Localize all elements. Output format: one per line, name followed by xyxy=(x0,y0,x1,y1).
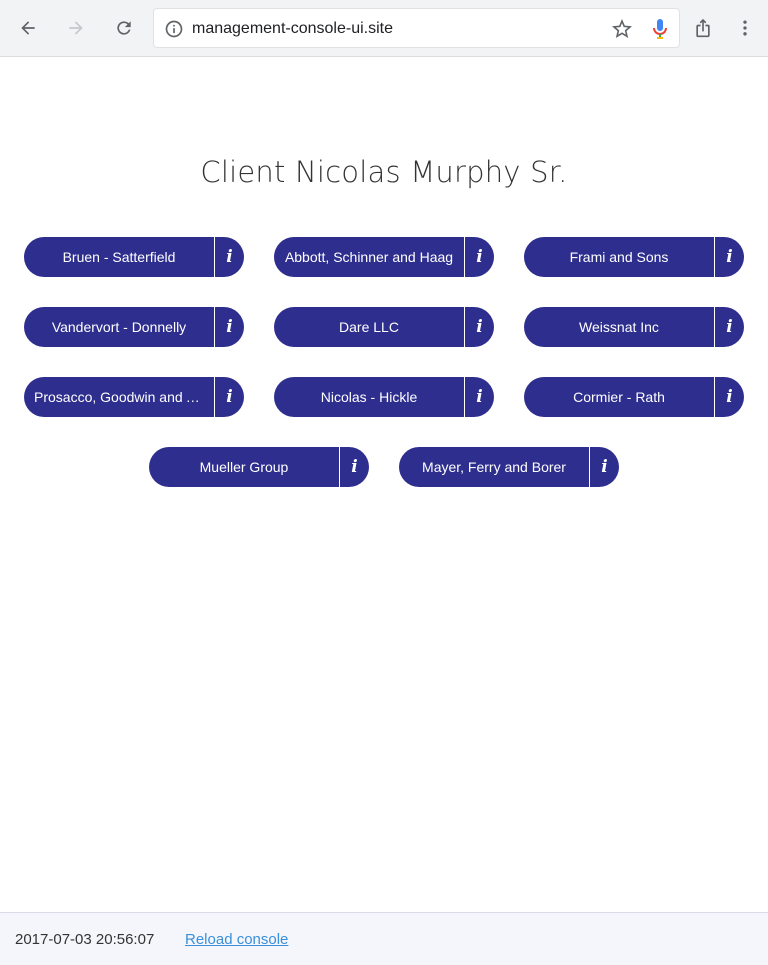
company-button-mueller-group[interactable]: Mueller Group i xyxy=(149,447,369,487)
address-bar[interactable]: management-console-ui.site xyxy=(153,8,680,48)
forward-arrow-icon xyxy=(69,21,83,35)
company-name[interactable]: Vandervort - Donnelly xyxy=(24,307,214,347)
share-icon xyxy=(696,18,710,38)
company-button-prosacco-goodwin[interactable]: Prosacco, Goodwin and A… i xyxy=(24,377,244,417)
company-info-icon[interactable]: i xyxy=(464,377,494,417)
company-button-frami-and-sons[interactable]: Frami and Sons i xyxy=(524,237,744,277)
company-button-dare-llc[interactable]: Dare LLC i xyxy=(274,307,494,347)
share-button[interactable] xyxy=(687,12,719,44)
company-name[interactable]: Weissnat Inc xyxy=(524,307,714,347)
more-menu-button[interactable] xyxy=(729,12,761,44)
browser-toolbar: management-console-ui.site xyxy=(0,0,768,57)
reload-icon xyxy=(117,21,131,35)
company-name[interactable]: Nicolas - Hickle xyxy=(274,377,464,417)
back-arrow-icon xyxy=(21,21,35,35)
company-name[interactable]: Cormier - Rath xyxy=(524,377,714,417)
company-name[interactable]: Mayer, Ferry and Borer xyxy=(399,447,589,487)
company-info-icon[interactable]: i xyxy=(214,307,244,347)
company-button-bruen-satterfield[interactable]: Bruen - Satterfield i xyxy=(24,237,244,277)
company-name[interactable]: Frami and Sons xyxy=(524,237,714,277)
company-info-icon[interactable]: i xyxy=(464,307,494,347)
company-name[interactable]: Abbott, Schinner and Haag xyxy=(274,237,464,277)
company-info-icon[interactable]: i xyxy=(714,307,744,347)
company-info-icon[interactable]: i xyxy=(464,237,494,277)
company-info-icon[interactable]: i xyxy=(714,377,744,417)
reload-button[interactable] xyxy=(108,12,140,44)
company-info-icon[interactable]: i xyxy=(714,237,744,277)
mic-icon[interactable] xyxy=(648,17,672,41)
company-name[interactable]: Bruen - Satterfield xyxy=(24,237,214,277)
info-icon[interactable] xyxy=(164,19,184,39)
page-title: Client Nicolas Murphy Sr. xyxy=(200,155,568,189)
back-button[interactable] xyxy=(12,12,44,44)
forward-button[interactable] xyxy=(60,12,92,44)
company-info-icon[interactable]: i xyxy=(339,447,369,487)
company-button-abbott-schinner-haag[interactable]: Abbott, Schinner and Haag i xyxy=(274,237,494,277)
company-info-icon[interactable]: i xyxy=(589,447,619,487)
url-text[interactable]: management-console-ui.site xyxy=(192,19,393,39)
reload-console-link[interactable]: Reload console xyxy=(185,931,288,948)
company-button-vandervort-donnelly[interactable]: Vandervort - Donnelly i xyxy=(24,307,244,347)
company-button-weissnat-inc[interactable]: Weissnat Inc i xyxy=(524,307,744,347)
timestamp: 2017-07-03 20:56:07 xyxy=(15,931,155,948)
company-button-nicolas-hickle[interactable]: Nicolas - Hickle i xyxy=(274,377,494,417)
footer-bar: 2017-07-03 20:56:07 Reload console xyxy=(0,912,768,965)
company-button-cormier-rath[interactable]: Cormier - Rath i xyxy=(524,377,744,417)
star-icon[interactable] xyxy=(610,17,634,41)
more-vert-icon xyxy=(743,20,747,36)
company-info-icon[interactable]: i xyxy=(214,237,244,277)
company-name[interactable]: Dare LLC xyxy=(274,307,464,347)
company-name[interactable]: Prosacco, Goodwin and A… xyxy=(24,377,214,417)
company-info-icon[interactable]: i xyxy=(214,377,244,417)
company-button-mayer-ferry-borer[interactable]: Mayer, Ferry and Borer i xyxy=(399,447,619,487)
company-name[interactable]: Mueller Group xyxy=(149,447,339,487)
